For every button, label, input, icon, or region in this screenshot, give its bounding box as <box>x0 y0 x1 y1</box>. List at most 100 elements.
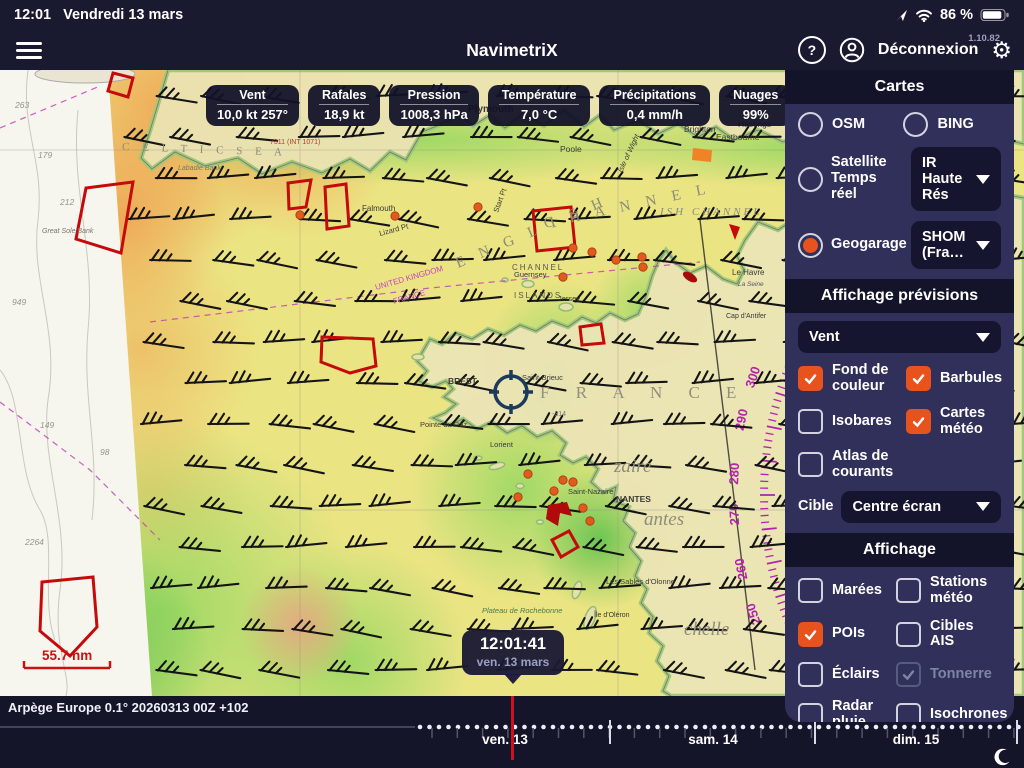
radio-geogarage[interactable] <box>798 232 823 258</box>
satellite-layer-dropdown[interactable]: IR Haute Rés <box>911 147 1001 211</box>
checkbox-cibles-ais[interactable]: Cibles AIS <box>896 618 1007 651</box>
section-header-affichage: Affichage <box>785 532 1014 567</box>
chip-pressure[interactable]: Pression 1008,3 hPa <box>389 85 479 126</box>
account-icon[interactable] <box>839 37 865 63</box>
svg-text:Jersey: Jersey <box>558 294 580 303</box>
section-header-cartes: Cartes <box>785 70 1014 104</box>
checkbox-pois[interactable]: POIs <box>798 621 890 647</box>
battery-percent: 86 % <box>939 7 973 23</box>
checkbox-box[interactable] <box>906 409 931 435</box>
checkbox-box <box>896 662 922 688</box>
radio-satellite[interactable] <box>798 166 823 192</box>
svg-text:179: 179 <box>38 150 52 160</box>
svg-text:Falmouth: Falmouth <box>362 204 395 213</box>
chip-temperature[interactable]: Température 7,0 °C <box>487 85 591 126</box>
wifi-icon <box>915 9 932 22</box>
svg-text:Plateau de Rochebonne: Plateau de Rochebonne <box>482 606 562 615</box>
svg-text:949: 949 <box>12 297 26 307</box>
checkbox-stations-meteo[interactable]: Stations météo <box>896 574 1007 607</box>
svg-text:antes: antes <box>644 509 684 530</box>
checkbox-box[interactable] <box>906 366 931 392</box>
checkbox-box[interactable] <box>798 578 823 604</box>
time-cursor-bubble: 12:01:41 ven. 13 mars <box>462 630 564 684</box>
previsions-body: Vent Fond de couleur Barbules Isobares C… <box>785 313 1014 533</box>
checkbox-radar-pluie[interactable]: Radar pluie <box>798 698 890 722</box>
timeline-cursor[interactable] <box>511 696 514 760</box>
checkbox-box[interactable] <box>798 366 823 392</box>
svg-text:Île d'Oléron: Île d'Oléron <box>593 610 630 619</box>
geogarage-layer-dropdown[interactable]: SHOM (Fra… <box>911 221 1001 269</box>
svg-text:Lorient: Lorient <box>490 440 514 449</box>
checkbox-cartes-meteo[interactable]: Cartes météo <box>906 405 1002 438</box>
checkbox-box[interactable] <box>896 621 922 647</box>
chevron-down-icon <box>976 332 990 342</box>
forecast-layer-dropdown[interactable]: Vent <box>798 321 1001 353</box>
radio-osm-circle[interactable] <box>798 112 823 137</box>
timeline-day-ven13[interactable]: ven. 13 <box>482 732 528 747</box>
checkbox-box[interactable] <box>798 702 823 722</box>
checkbox-box[interactable] <box>798 452 823 478</box>
svg-text:F R A N C E: F R A N C E <box>540 383 747 402</box>
checkbox-box[interactable] <box>896 578 922 604</box>
svg-text:7311 (INT 1071): 7311 (INT 1071) <box>270 139 320 146</box>
svg-text:Great Sole Bank: Great Sole Bank <box>42 228 94 235</box>
svg-text:55.7 nm: 55.7 nm <box>42 648 92 663</box>
logout-button[interactable]: Déconnexion <box>878 41 978 59</box>
radio-bing-circle[interactable] <box>903 112 929 137</box>
battery-icon <box>980 8 1009 22</box>
checkbox-barbules[interactable]: Barbules <box>906 366 1002 392</box>
nav-bar: NavimetriX ? Déconnexion ⚙ 1.10.82 <box>0 30 1024 70</box>
svg-text:Pointe du Raz: Pointe du Raz <box>420 420 467 429</box>
checkbox-box[interactable] <box>896 702 922 722</box>
checkbox-isochrones[interactable]: Isochrones <box>896 702 1007 722</box>
chip-gusts[interactable]: Rafales 18,9 kt <box>307 85 381 126</box>
checkbox-eclairs[interactable]: Éclairs <box>798 662 890 688</box>
svg-text:Cap d'Antifer: Cap d'Antifer <box>726 313 767 320</box>
timeline-day-dim15[interactable]: dim. 15 <box>893 732 940 747</box>
svg-text:Le Havre: Le Havre <box>732 268 765 277</box>
status-date: Vendredi 13 mars <box>63 7 184 23</box>
chip-precipitation[interactable]: Précipitations 0,4 mm/h <box>599 85 711 126</box>
cible-dropdown[interactable]: Centre écran <box>841 490 1001 523</box>
svg-text:Labadie Bank: Labadie Bank <box>178 165 221 172</box>
checkbox-fond-de-couleur[interactable]: Fond de couleur <box>798 362 900 395</box>
checkbox-box[interactable] <box>798 409 823 435</box>
svg-text:212: 212 <box>59 197 74 207</box>
radio-osm[interactable]: OSM <box>798 112 897 137</box>
checkbox-box[interactable] <box>798 621 823 647</box>
svg-text:Poole: Poole <box>560 144 582 154</box>
svg-text:ISH CHANNEL: ISH CHANNEL <box>659 206 762 218</box>
gear-icon[interactable]: ⚙ 1.10.82 <box>968 33 1012 62</box>
chevron-down-icon <box>976 240 990 250</box>
radio-bing[interactable]: BING <box>903 112 1001 137</box>
app-version: 1.10.82 <box>968 33 1000 44</box>
checkbox-isobares[interactable]: Isobares <box>798 409 900 435</box>
checkbox-marees[interactable]: Marées <box>798 578 890 604</box>
svg-text:Les Sables d'Olonne: Les Sables d'Olonne <box>606 577 675 586</box>
checkbox-atlas-courants[interactable]: Atlas de courants <box>798 448 900 481</box>
svg-text:263: 263 <box>14 100 29 110</box>
svg-text:Saint-Nazaire: Saint-Nazaire <box>568 487 613 496</box>
location-icon <box>895 9 908 21</box>
svg-text:Eastbourne: Eastbourne <box>716 132 760 142</box>
status-bar: 12:01 Vendredi 13 mars 86 % <box>0 0 1024 30</box>
weather-chip-row: Vent 10,0 kt 257° Rafales 18,9 kt Pression… <box>206 85 856 126</box>
checkbox-box[interactable] <box>798 662 823 688</box>
chevron-down-icon <box>976 174 990 184</box>
chip-clouds[interactable]: Nuages 99% <box>719 85 793 126</box>
status-time: 12:01 <box>14 7 52 23</box>
svg-text:ISLANDS: ISLANDS <box>514 291 562 300</box>
chip-wind[interactable]: Vent 10,0 kt 257° <box>206 85 299 126</box>
svg-text:280: 280 <box>726 462 742 485</box>
section-header-previsions: Affichage prévisions <box>785 279 1014 313</box>
cartes-body: OSM BING Satellite Temps réel IR Haute R… <box>785 104 1014 279</box>
settings-panel: Cartes OSM BING Satellite Temps réel IR … <box>785 70 1014 722</box>
help-icon[interactable]: ? <box>797 36 826 64</box>
night-mode-moon-icon[interactable] <box>992 747 1012 767</box>
timeline-day-sam14[interactable]: sam. 14 <box>688 732 738 747</box>
cursor-time: 12:01:41 <box>479 635 547 653</box>
checkbox-tonnerre: Tonnerre <box>896 662 1007 688</box>
svg-text:BREST: BREST <box>448 376 478 386</box>
svg-text:-314: -314 <box>552 411 566 418</box>
affichage-body: Marées Stations météo POIs Cibles AIS Éc… <box>785 567 1014 722</box>
